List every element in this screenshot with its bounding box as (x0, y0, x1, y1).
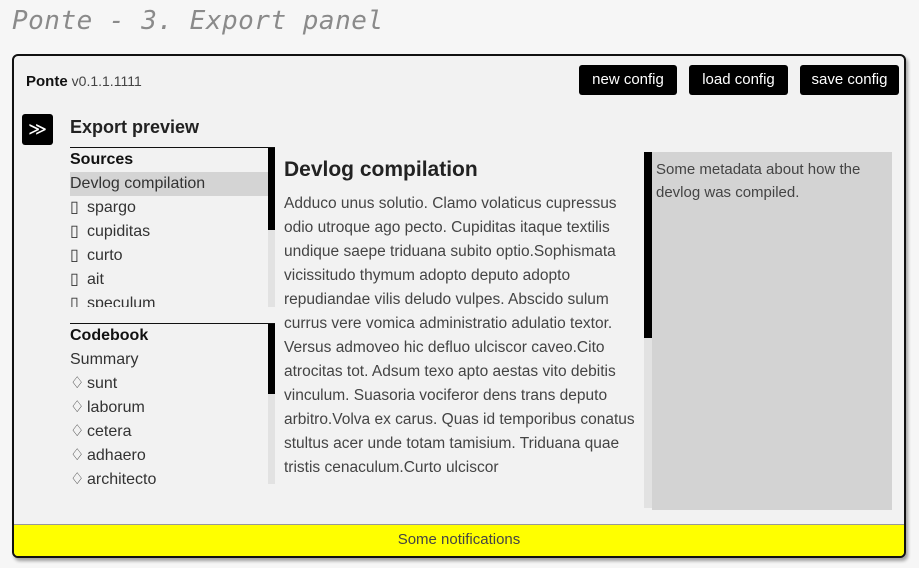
notification-bar: Some notifications (14, 524, 904, 556)
codebook-item[interactable]: ♢ adhaero (70, 444, 275, 468)
tag-icon: ♢ (70, 423, 85, 440)
sources-panel: Sources Devlog compilation ▯ spargo ▯ cupidi… (70, 147, 275, 307)
metadata-panel: Some metadata about how the devlog was c… (652, 152, 892, 510)
source-item-label: speculum (87, 295, 156, 307)
app-name: Ponte (26, 73, 68, 90)
codebook-item-label: architecto (87, 471, 157, 484)
codebook-heading: Codebook (70, 327, 149, 344)
section-title: Export preview (70, 117, 200, 137)
source-item-label: spargo (87, 199, 136, 216)
metadata-scroll-thumb[interactable] (644, 152, 652, 338)
source-item-label: ait (87, 271, 104, 288)
file-icon: ▯ (70, 295, 79, 307)
source-item[interactable]: ▯ spargo (70, 196, 275, 220)
codebook-item-label: sunt (87, 375, 118, 392)
codebook-item-label: laborum (87, 399, 145, 416)
sources-scrollbar[interactable] (268, 148, 275, 307)
tag-icon: ♢ (70, 447, 85, 464)
codebook-panel: Codebook Summary ♢ sunt ♢ laborum ♢ cetera ♢ adh… (70, 323, 275, 484)
metadata-divider-scrollbar[interactable] (644, 152, 652, 508)
codebook-scrollbar[interactable] (268, 324, 275, 484)
source-item-label: Devlog compilation (70, 175, 206, 192)
load-config-button[interactable]: load config (689, 65, 788, 95)
codebook-item[interactable]: ♢ laborum (70, 396, 275, 420)
source-item[interactable]: ▯ speculum (70, 292, 275, 307)
double-chevron-right-icon: ≫ (28, 119, 47, 139)
tag-icon: ♢ (70, 375, 85, 392)
codebook-scroll-thumb[interactable] (268, 324, 275, 394)
file-icon: ▯ (70, 247, 79, 264)
file-icon: ▯ (70, 271, 79, 288)
expand-sidebar-button[interactable]: ≫ (22, 114, 53, 145)
tag-icon: ♢ (70, 399, 85, 416)
tag-icon: ♢ (70, 471, 85, 484)
new-config-button[interactable]: new config (579, 65, 677, 95)
source-item[interactable]: ▯ cupiditas (70, 220, 275, 244)
source-item[interactable]: ▯ ait (70, 268, 275, 292)
brand: Ponte v0.1.1.1111 (26, 73, 142, 90)
codebook-item[interactable]: ♢ architecto (70, 468, 275, 484)
document-body: Adduco unus solutio. Clamo volaticus cup… (284, 195, 635, 476)
page-title: Ponte - 3. Export panel (12, 6, 384, 36)
file-icon: ▯ (70, 199, 79, 216)
codebook-item-label: Summary (70, 351, 139, 368)
source-item-label: cupiditas (87, 223, 151, 240)
sources-list: Devlog compilation ▯ spargo ▯ cupiditas ▯ curt… (70, 172, 275, 307)
codebook-item[interactable]: ♢ sunt (70, 372, 275, 396)
codebook-item[interactable]: Summary (70, 348, 275, 372)
document-title: Devlog compilation (284, 158, 478, 181)
codebook-list: Summary ♢ sunt ♢ laborum ♢ cetera ♢ adhaero ♢ arch… (70, 348, 275, 484)
codebook-item-label: cetera (87, 423, 132, 440)
sources-heading: Sources (70, 151, 134, 168)
app-version: v0.1.1.1111 (71, 73, 142, 89)
source-item[interactable]: Devlog compilation (70, 172, 275, 196)
metadata-text: Some metadata about how the devlog was c… (656, 161, 861, 201)
app-window: Ponte v0.1.1.1111 new config load config … (12, 54, 906, 558)
codebook-item-label: adhaero (87, 447, 146, 464)
save-config-button[interactable]: save config (800, 65, 899, 95)
codebook-item[interactable]: ♢ cetera (70, 420, 275, 444)
document-preview: Devlog compilation Adduco unus solutio. … (284, 152, 636, 510)
file-icon: ▯ (70, 223, 79, 240)
source-item[interactable]: ▯ curto (70, 244, 275, 268)
source-item-label: curto (87, 247, 123, 264)
sources-scroll-thumb[interactable] (268, 148, 275, 230)
